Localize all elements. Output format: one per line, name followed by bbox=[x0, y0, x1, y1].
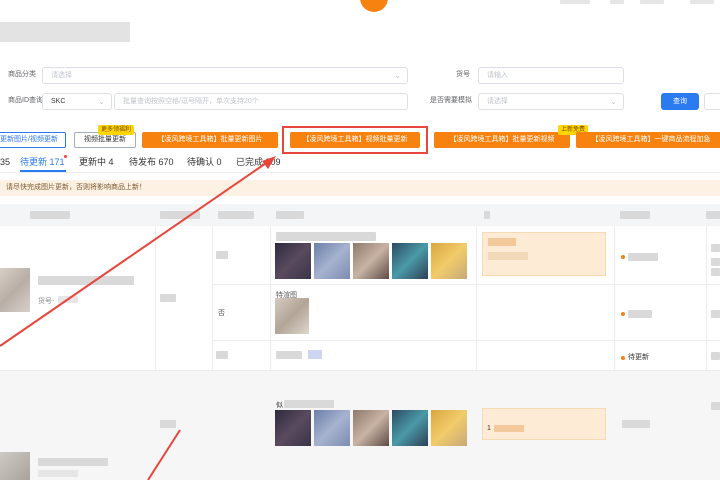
annotation-arrows bbox=[0, 156, 276, 480]
annotation-arrow-line-2 bbox=[147, 429, 181, 480]
annotation-arrowhead-1 bbox=[262, 156, 276, 169]
annotation-arrow-line-1 bbox=[0, 158, 273, 347]
